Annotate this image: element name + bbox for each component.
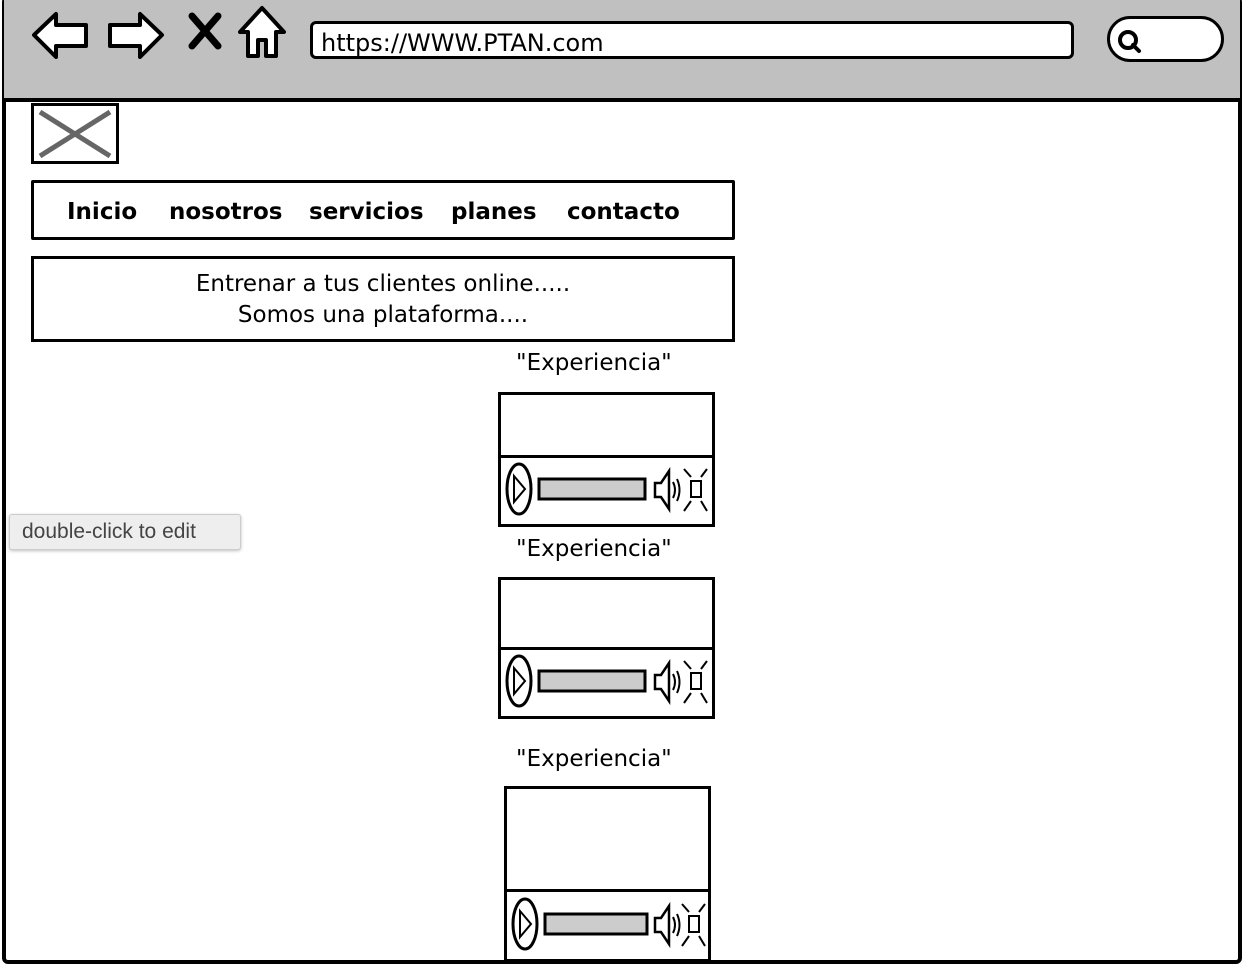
play-icon[interactable] <box>505 654 533 708</box>
video-player[interactable] <box>498 577 715 719</box>
logo-placeholder <box>31 103 119 164</box>
video-screen[interactable] <box>501 395 712 458</box>
main-navigation: Inicio nosotros servicios planes contact… <box>31 180 735 240</box>
close-x-icon[interactable] <box>188 12 222 50</box>
back-arrow-icon[interactable] <box>30 10 92 60</box>
edit-tooltip: double-click to edit <box>9 514 241 550</box>
hero-text-box: Entrenar a tus clientes online..... Somo… <box>31 256 735 342</box>
video-player[interactable] <box>504 786 711 962</box>
progress-bar[interactable] <box>537 669 647 693</box>
nav-planes[interactable]: planes <box>451 199 537 225</box>
play-icon[interactable] <box>511 897 539 951</box>
video-screen[interactable] <box>501 580 712 650</box>
experience-title: "Experiencia" <box>516 350 672 376</box>
home-icon[interactable] <box>236 4 288 60</box>
search-icon <box>1118 30 1141 53</box>
player-controls <box>511 897 706 951</box>
player-controls <box>505 462 708 516</box>
browser-search-field[interactable] <box>1107 16 1224 62</box>
progress-bar[interactable] <box>537 477 647 501</box>
nav-inicio[interactable]: Inicio <box>67 199 137 225</box>
nav-nosotros[interactable]: nosotros <box>169 199 283 225</box>
experience-title: "Experiencia" <box>516 746 672 772</box>
player-controls <box>505 654 708 708</box>
hero-line-1: Entrenar a tus clientes online..... <box>195 271 571 297</box>
video-screen[interactable] <box>507 789 708 892</box>
address-bar[interactable]: https://WWW.PTAN.com <box>310 21 1074 59</box>
nav-servicios[interactable]: servicios <box>309 199 424 225</box>
volume-icon[interactable] <box>653 658 681 706</box>
progress-bar[interactable] <box>543 912 649 936</box>
video-player[interactable] <box>498 392 715 527</box>
nav-contacto[interactable]: contacto <box>567 199 680 225</box>
url-text: https://WWW.PTAN.com <box>321 29 604 57</box>
fullscreen-icon[interactable] <box>683 468 708 512</box>
experience-title: "Experiencia" <box>516 536 672 562</box>
image-placeholder-icon <box>38 109 112 159</box>
play-icon[interactable] <box>505 462 533 516</box>
fullscreen-icon[interactable] <box>683 660 708 704</box>
volume-icon[interactable] <box>653 901 681 949</box>
hero-line-2: Somos una plataforma.... <box>237 302 529 328</box>
browser-toolbar: https://WWW.PTAN.com <box>4 0 1240 102</box>
forward-arrow-icon[interactable] <box>104 10 166 60</box>
volume-icon[interactable] <box>653 466 681 514</box>
fullscreen-icon[interactable] <box>681 903 706 947</box>
